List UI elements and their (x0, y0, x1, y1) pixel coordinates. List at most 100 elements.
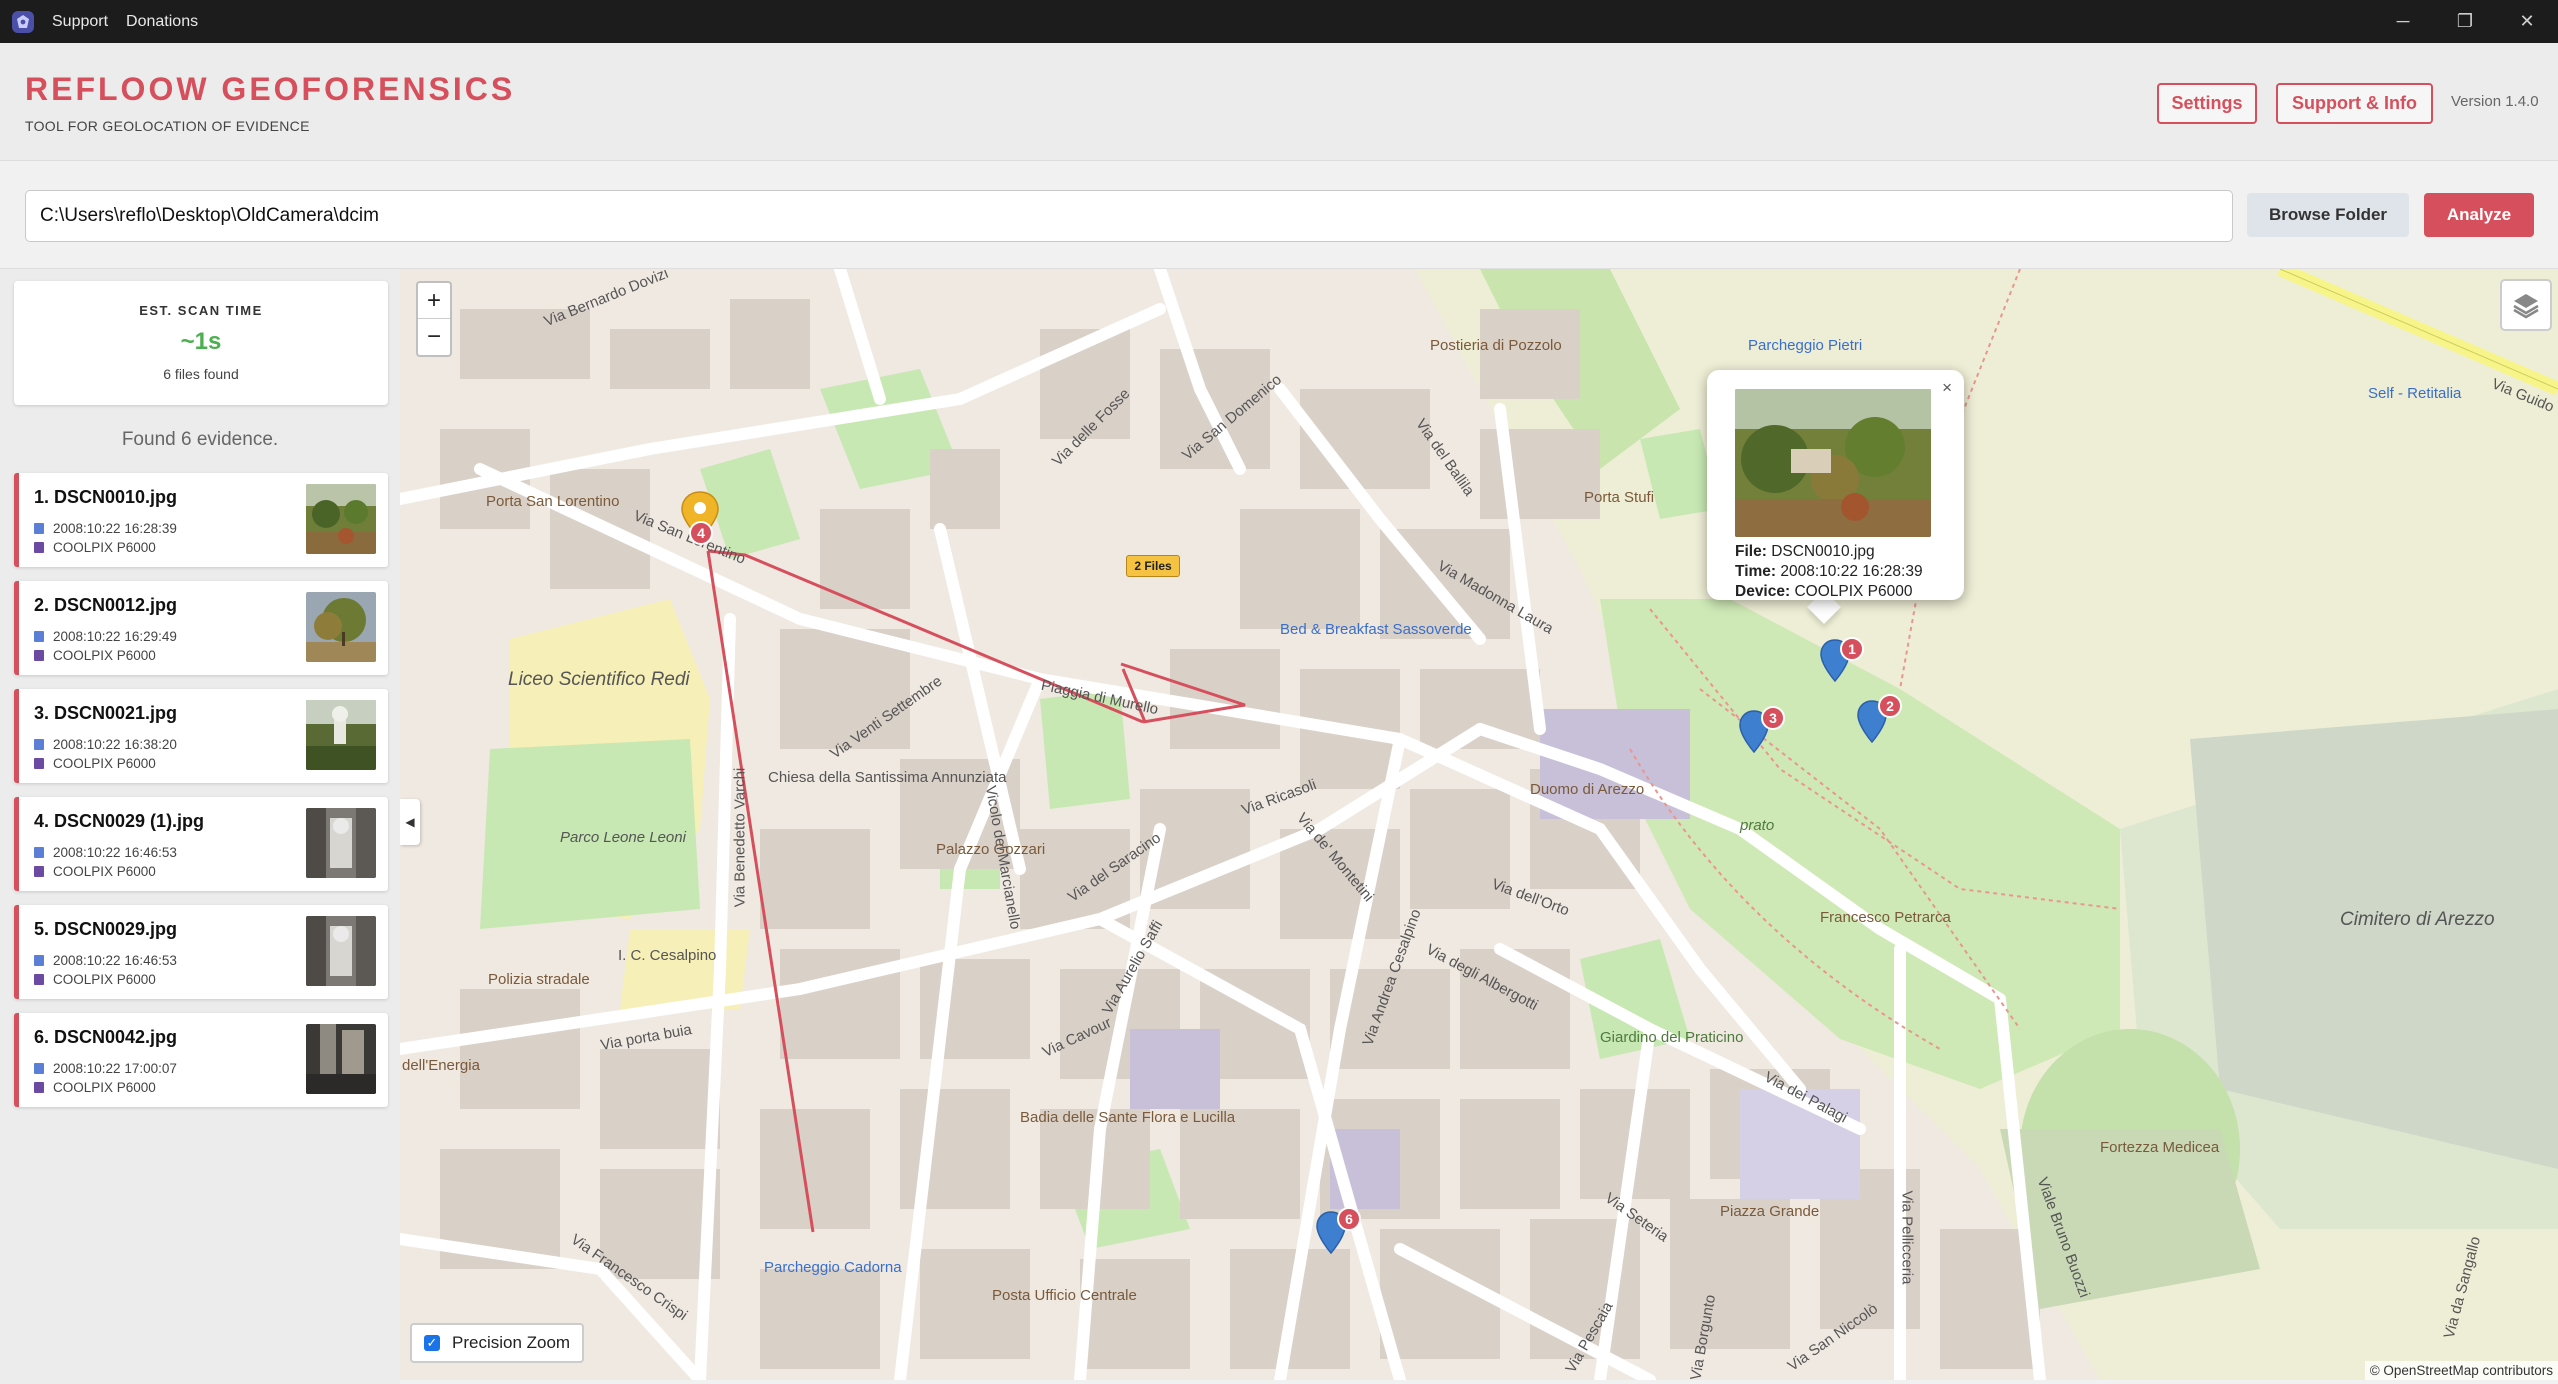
evidence-date-text: 2008:10:22 16:46:53 (53, 953, 177, 968)
poi-label: Giardino del Praticino (1600, 1029, 1744, 1046)
restore-icon[interactable]: ❐ (2434, 0, 2496, 43)
device-icon (34, 542, 44, 553)
popup-file-value: DSCN0010.jpg (1771, 543, 1875, 560)
poi-label: Porta Stufi (1584, 489, 1655, 506)
evidence-card[interactable]: 4. DSCN0029 (1).jpg 2008:10:22 16:46:53 … (14, 797, 388, 891)
calendar-icon (34, 739, 44, 750)
marker-number-badge[interactable]: 3 (1761, 706, 1785, 730)
device-icon (34, 974, 44, 985)
device-icon (34, 866, 44, 877)
popup-photo (1735, 389, 1931, 537)
popup-time-value: 2008:10:22 16:28:39 (1780, 563, 1923, 580)
evidence-date: 2008:10:22 16:46:53 (34, 953, 177, 968)
evidence-device-text: COOLPIX P6000 (53, 648, 156, 663)
evidence-date: 2008:10:22 16:38:20 (34, 737, 177, 752)
popup-close-icon[interactable]: × (1942, 378, 1952, 398)
app-subtitle: TOOL FOR GEOLOCATION OF EVIDENCE (25, 118, 310, 134)
evidence-date-text: 2008:10:22 16:46:53 (53, 845, 177, 860)
minimize-icon[interactable]: ─ (2372, 0, 2434, 43)
evidence-card[interactable]: 2. DSCN0012.jpg 2008:10:22 16:29:49 COOL… (14, 581, 388, 675)
marker-number-badge[interactable]: 2 (1878, 694, 1902, 718)
browse-folder-button[interactable]: Browse Folder (2247, 193, 2409, 237)
device-icon (34, 650, 44, 661)
evidence-device: COOLPIX P6000 (34, 864, 156, 879)
evidence-card[interactable]: 5. DSCN0029.jpg 2008:10:22 16:46:53 COOL… (14, 905, 388, 999)
evidence-date: 2008:10:22 17:00:07 (34, 1061, 177, 1076)
evidence-card[interactable]: 1. DSCN0010.jpg 2008:10:22 16:28:39 COOL… (14, 473, 388, 567)
poi-label: prato (1740, 817, 1775, 834)
menu-support[interactable]: Support (52, 13, 108, 31)
poi-label: Cimitero di Arezzo (2340, 909, 2495, 930)
zoom-in-button[interactable]: + (418, 283, 450, 319)
evidence-card[interactable]: 3. DSCN0021.jpg 2008:10:22 16:38:20 COOL… (14, 689, 388, 783)
found-evidence-text: Found 6 evidence. (121, 429, 279, 450)
version-label: Version 1.4.0 (2451, 93, 2539, 110)
scan-time-label: EST. SCAN TIME (139, 303, 263, 318)
evidence-filename: 5. DSCN0029.jpg (34, 919, 178, 939)
evidence-date-text: 2008:10:22 16:28:39 (53, 521, 177, 536)
checkbox-checked-icon[interactable]: ✓ (424, 1335, 440, 1351)
evidence-device-text: COOLPIX P6000 (53, 1080, 156, 1095)
device-icon (34, 1082, 44, 1093)
poi-label: Palazzo Gozzari (936, 841, 1046, 858)
close-icon[interactable]: ✕ (2496, 0, 2558, 43)
collapse-sidebar-button[interactable]: ◀ (400, 799, 420, 845)
poi-label: dell'Energia (402, 1057, 480, 1074)
evidence-filename: 2. DSCN0012.jpg (34, 595, 178, 615)
marker-number-badge[interactable]: 1 (1840, 637, 1864, 661)
files-found-count: 6 files found (163, 366, 239, 382)
analyze-button[interactable]: Analyze (2424, 193, 2534, 237)
evidence-thumbnail (306, 808, 376, 878)
evidence-card[interactable]: 6. DSCN0042.jpg 2008:10:22 17:00:07 COOL… (14, 1013, 388, 1107)
marker-popup: × File: DSCN0010.jpg Time: 2008:10:22 16… (1707, 370, 1964, 600)
evidence-device-text: COOLPIX P6000 (53, 864, 156, 879)
map-attribution[interactable]: © OpenStreetMap contributors (2364, 1361, 2558, 1380)
popup-device-value: COOLPIX P6000 (1794, 583, 1913, 600)
evidence-thumbnail (306, 1024, 376, 1094)
evidence-device: COOLPIX P6000 (34, 972, 156, 987)
calendar-icon (34, 847, 44, 858)
files-cluster-badge[interactable]: 2 Files (1126, 555, 1180, 577)
evidence-date-text: 2008:10:22 16:38:20 (53, 737, 177, 752)
zoom-out-button[interactable]: − (418, 319, 450, 355)
app-header: REFLOOW GEOFORENSICS TOOL FOR GEOLOCATIO… (0, 43, 2558, 161)
path-bar: Browse Folder Analyze (0, 161, 2558, 269)
settings-button[interactable]: Settings (2157, 83, 2257, 124)
scan-time-value: ~1s (180, 328, 222, 355)
precision-zoom-toggle[interactable]: ✓ Precision Zoom (410, 1323, 585, 1363)
poi-label: Self - Retitalia (2368, 385, 2462, 402)
marker-number-badge[interactable]: 6 (1337, 1207, 1361, 1231)
calendar-icon (34, 631, 44, 642)
scan-time-card: EST. SCAN TIME ~1s 6 files found (14, 281, 388, 405)
folder-path-input[interactable] (25, 190, 2233, 242)
menu-donations[interactable]: Donations (126, 13, 198, 31)
evidence-thumbnail (306, 484, 376, 554)
evidence-date: 2008:10:22 16:46:53 (34, 845, 177, 860)
map-view[interactable]: Via Bernardo Dovizi Via San Lorentino Po… (400, 269, 2558, 1380)
evidence-filename: 6. DSCN0042.jpg (34, 1027, 178, 1047)
popup-time-label: Time: (1735, 563, 1777, 580)
poi-label: Chiesa della Santissima Annunziata (768, 769, 1007, 786)
layers-icon[interactable] (2500, 279, 2552, 331)
app-title: REFLOOW GEOFORENSICS (25, 71, 516, 107)
evidence-date-text: 2008:10:22 16:29:49 (53, 629, 177, 644)
evidence-device: COOLPIX P6000 (34, 756, 156, 771)
evidence-device: COOLPIX P6000 (34, 540, 156, 555)
evidence-thumbnail (306, 916, 376, 986)
poi-label: Parcheggio Pietri (1748, 337, 1863, 354)
marker-number-badge[interactable]: 4 (689, 521, 713, 545)
poi-label: Liceo Scientifico Redi (508, 669, 690, 690)
calendar-icon (34, 1063, 44, 1074)
support-info-button[interactable]: Support & Info (2276, 83, 2433, 124)
poi-label: Posta Ufficio Centrale (992, 1287, 1137, 1304)
evidence-thumbnail (306, 700, 376, 770)
poi-label: Francesco Petrarca (1820, 909, 1951, 926)
calendar-icon (34, 955, 44, 966)
device-icon (34, 758, 44, 769)
poi-label: Porta San Lorentino (486, 493, 620, 510)
evidence-date: 2008:10:22 16:29:49 (34, 629, 177, 644)
precision-zoom-label: Precision Zoom (452, 1333, 571, 1352)
evidence-device: COOLPIX P6000 (34, 648, 156, 663)
zoom-control: + − (416, 281, 452, 357)
street-label: Via Pellicceria (1898, 1190, 1916, 1285)
